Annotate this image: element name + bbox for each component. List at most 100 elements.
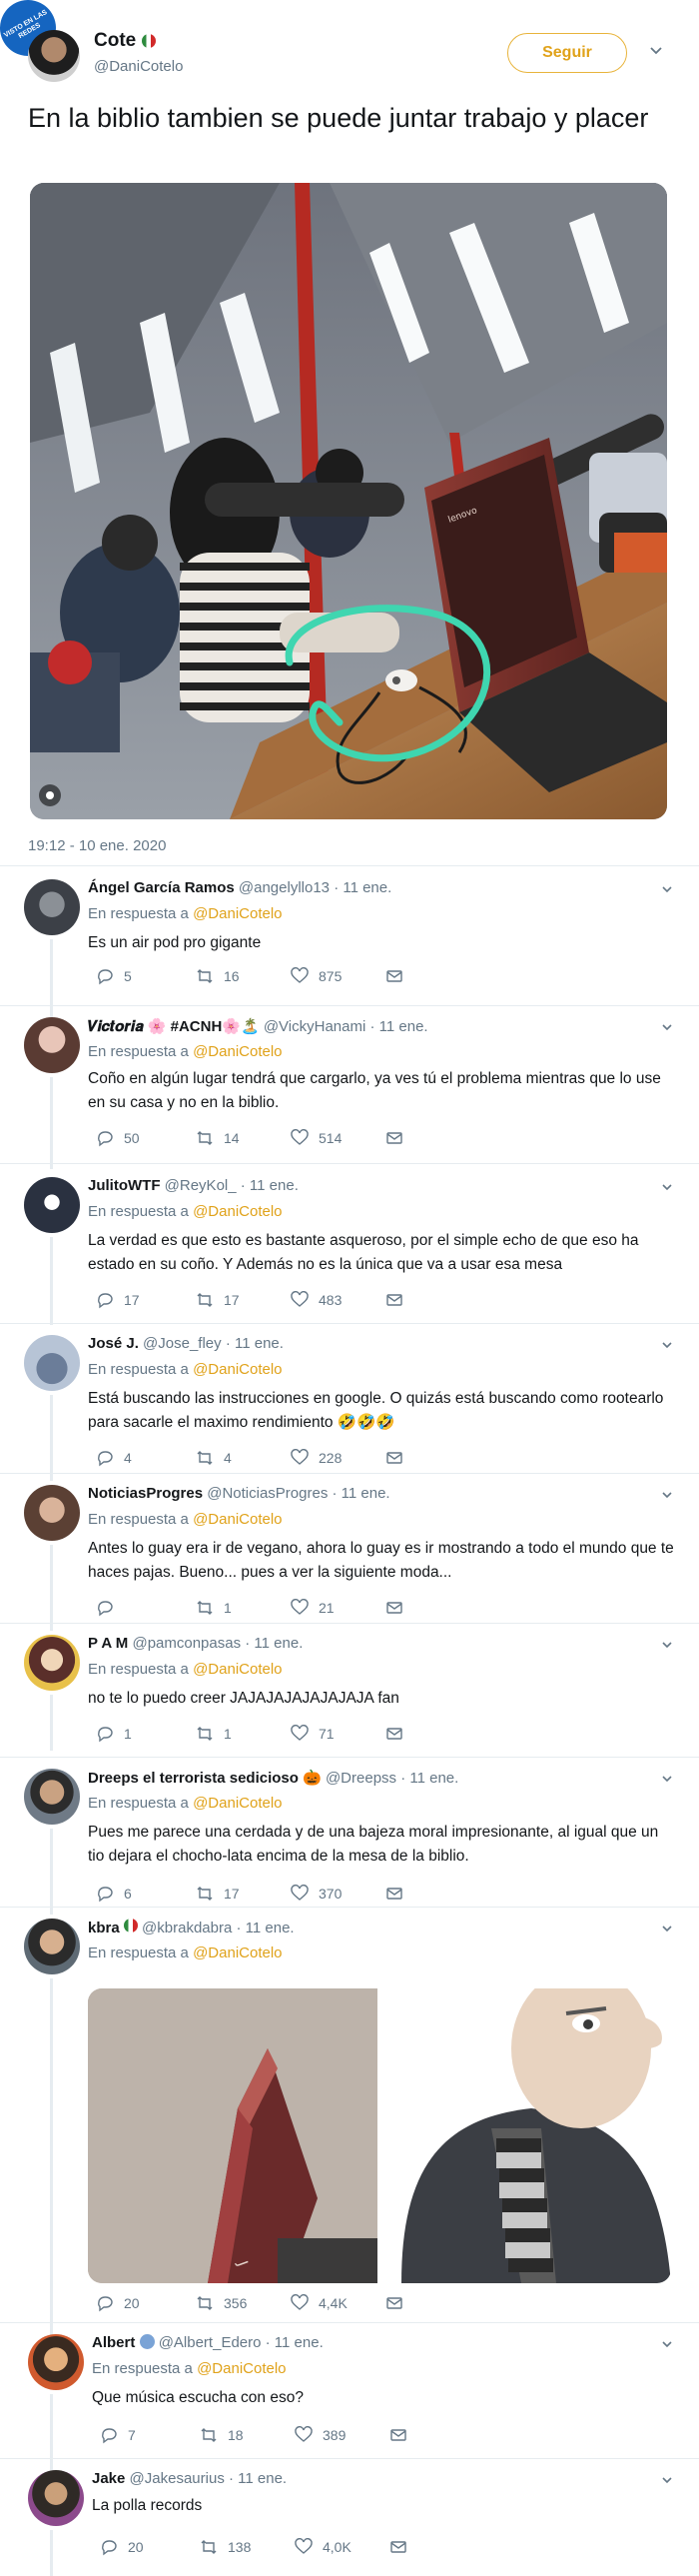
retweet-button[interactable]: 356 [196, 2294, 291, 2312]
author-name[interactable]: Jake [92, 2470, 125, 2487]
mention-link[interactable]: @DaniCotelo [193, 1361, 282, 1378]
author-name[interactable]: Albert [92, 2334, 135, 2351]
reply-button[interactable] [96, 1599, 196, 1617]
author-handle[interactable]: @VickyHanami [264, 1018, 365, 1035]
chevron-down-icon[interactable] [661, 1639, 673, 1651]
mention-link[interactable]: @DaniCotelo [193, 1203, 282, 1220]
tweet-date[interactable]: · 11 ene. [245, 1635, 303, 1652]
tweet-date[interactable]: · 11 ene. [333, 1485, 390, 1502]
author-name[interactable]: kbra [88, 1920, 120, 1936]
reply-photo-gru[interactable] [381, 1988, 671, 2283]
like-button[interactable]: 483 [291, 1291, 385, 1309]
tweet-date[interactable]: · 11 ene. [266, 2334, 324, 2351]
author-name[interactable]: JulitoWTF [88, 1177, 160, 1194]
like-button[interactable]: 875 [291, 967, 385, 985]
tweet-photo[interactable]: lenovo [30, 183, 667, 819]
avatar[interactable] [24, 1485, 80, 1541]
avatar[interactable] [24, 1017, 80, 1073]
message-button[interactable] [385, 967, 403, 985]
author-handle[interactable]: @Albert_Edero [159, 2334, 262, 2351]
chevron-down-icon[interactable] [661, 1773, 673, 1785]
like-button[interactable]: 71 [291, 1725, 385, 1743]
reply-button[interactable]: 17 [96, 1291, 196, 1309]
reply-button[interactable]: 7 [100, 2426, 200, 2444]
avatar[interactable] [24, 1769, 80, 1825]
reply-button[interactable]: 4 [96, 1449, 196, 1467]
message-button[interactable] [385, 1291, 403, 1309]
chevron-down-icon[interactable] [661, 2474, 673, 2486]
author-name[interactable]: Dreeps el terrorista sedicioso 🎃 [88, 1770, 322, 1787]
author-handle[interactable]: @pamconpasas [132, 1635, 241, 1652]
tweet-date[interactable]: · 11 ene. [369, 1018, 427, 1035]
follow-button[interactable]: Seguir [507, 33, 627, 73]
author-handle[interactable]: @Jose_fley [143, 1335, 222, 1352]
main-tweet-timestamp[interactable]: 19:12 - 10 ene. 2020 [28, 837, 166, 854]
chevron-down-icon[interactable] [661, 1923, 673, 1934]
like-button[interactable]: 21 [291, 1599, 385, 1617]
retweet-button[interactable]: 18 [200, 2426, 295, 2444]
chevron-down-icon[interactable] [649, 44, 663, 58]
avatar[interactable] [24, 1335, 80, 1391]
reply-button[interactable]: 50 [96, 1129, 196, 1147]
chevron-down-icon[interactable] [661, 883, 673, 895]
message-button[interactable] [385, 1885, 403, 1903]
retweet-button[interactable]: 4 [196, 1449, 291, 1467]
like-button[interactable]: 4,4K [291, 2294, 385, 2312]
message-button[interactable] [385, 2294, 403, 2312]
avatar[interactable] [24, 1919, 80, 1974]
tweet-date[interactable]: · 11 ene. [400, 1770, 458, 1787]
like-button[interactable]: 370 [291, 1885, 385, 1903]
reply-button[interactable]: 20 [96, 2294, 196, 2312]
retweet-button[interactable]: 14 [196, 1129, 291, 1147]
retweet-button[interactable]: 17 [196, 1291, 291, 1309]
mention-link[interactable]: @DaniCotelo [193, 1511, 282, 1528]
chevron-down-icon[interactable] [661, 1339, 673, 1351]
author-handle[interactable]: @ReyKol_ [165, 1177, 237, 1194]
chevron-down-icon[interactable] [661, 1489, 673, 1501]
message-button[interactable] [389, 2426, 407, 2444]
author-name[interactable]: Ángel García Ramos [88, 879, 235, 896]
retweet-button[interactable]: 16 [196, 967, 291, 985]
mention-link[interactable]: @DaniCotelo [197, 2360, 286, 2377]
tweet-date[interactable]: · 11 ene. [229, 2470, 287, 2487]
like-button[interactable]: 228 [291, 1449, 385, 1467]
mention-link[interactable]: @DaniCotelo [193, 1944, 282, 1961]
avatar[interactable] [24, 1177, 80, 1233]
author-handle[interactable]: @NoticiasProgres [207, 1485, 328, 1502]
chevron-down-icon[interactable] [661, 1181, 673, 1193]
author-name[interactable]: 𝑽𝒊𝒄𝒕𝒐𝒓𝒊𝒂 🌸 #ACNH🌸🏝️ [88, 1018, 260, 1035]
reply-button[interactable]: 5 [96, 967, 196, 985]
retweet-button[interactable]: 1 [196, 1725, 291, 1743]
mention-link[interactable]: @DaniCotelo [193, 1661, 282, 1678]
tweet-date[interactable]: · 11 ene. [334, 879, 391, 896]
avatar[interactable] [24, 879, 80, 935]
avatar[interactable] [24, 1635, 80, 1691]
author-name[interactable]: José J. [88, 1335, 139, 1352]
message-button[interactable] [385, 1449, 403, 1467]
chevron-down-icon[interactable] [661, 2338, 673, 2350]
mention-link[interactable]: @DaniCotelo [193, 1043, 282, 1060]
tweet-date[interactable]: · 11 ene. [226, 1335, 284, 1352]
tweet-date[interactable]: · 11 ene. [236, 1920, 294, 1936]
author-handle[interactable]: @Jakesaurius [130, 2470, 225, 2487]
like-button[interactable]: 389 [295, 2426, 389, 2444]
author-handle[interactable]: @Dreepss [326, 1770, 396, 1787]
avatar[interactable] [28, 2334, 84, 2390]
like-button[interactable]: 4,0K [295, 2538, 389, 2556]
mention-link[interactable]: @DaniCotelo [193, 905, 282, 922]
tweet-date[interactable]: · 11 ene. [241, 1177, 299, 1194]
author-name[interactable]: P A M [88, 1635, 128, 1652]
reply-button[interactable]: 20 [100, 2538, 200, 2556]
message-button[interactable] [385, 1725, 403, 1743]
message-button[interactable] [385, 1599, 403, 1617]
author-handle[interactable]: @kbrakdabra [142, 1920, 232, 1936]
reply-button[interactable]: 1 [96, 1725, 196, 1743]
main-avatar[interactable] [28, 30, 80, 82]
message-button[interactable] [389, 2538, 407, 2556]
author-handle[interactable]: @angelyllo13 [239, 879, 330, 896]
main-author-name[interactable]: Cote [94, 30, 157, 52]
like-button[interactable]: 514 [291, 1129, 385, 1147]
reply-photo-zoom[interactable]: J [88, 1988, 377, 2283]
mention-link[interactable]: @DaniCotelo [193, 1795, 282, 1812]
message-button[interactable] [385, 1129, 403, 1147]
